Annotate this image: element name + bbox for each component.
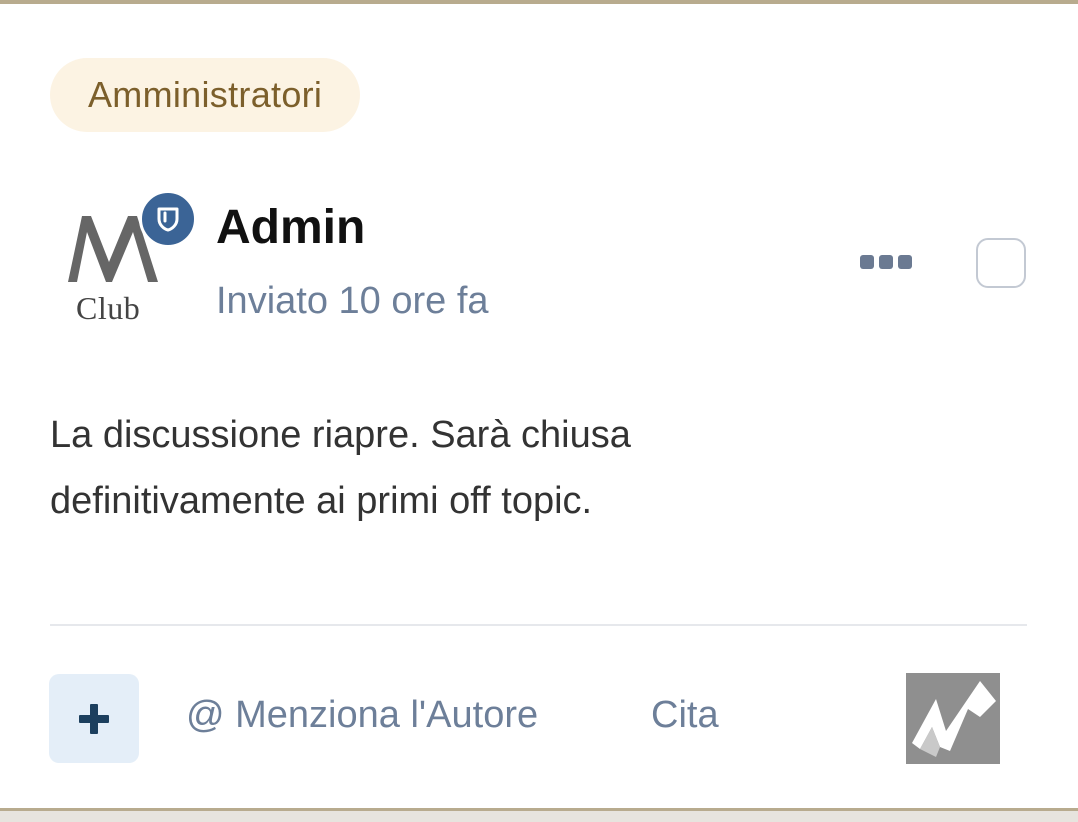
mention-author-button[interactable]: @ Menziona l'Autore [186,694,538,737]
divider [50,624,1027,626]
ellipsis-icon-dot [860,255,874,269]
select-post-checkbox[interactable] [976,238,1026,288]
site-logo-icon [906,673,1000,764]
plus-icon [79,703,109,734]
group-badge: Amministratori [50,58,361,132]
more-options-button[interactable] [860,252,916,272]
ellipsis-icon-dot [898,255,912,269]
shield-icon [157,207,179,232]
ellipsis-icon-dot [879,255,893,269]
post-content: La discussione riapre. Sarà chiusa defin… [50,414,631,522]
club-logo-text: Club [76,290,141,326]
post-timestamp[interactable]: Inviato 10 ore fa [216,280,489,323]
bottom-border [0,808,1078,822]
add-reaction-button[interactable] [49,674,139,763]
author-name[interactable]: Admin [216,200,365,255]
quote-button[interactable]: Cita [651,694,719,737]
moderator-badge [139,190,197,248]
avatar[interactable]: Club [62,190,202,330]
forum-post: Amministratori Club Admin Inviato 10 ore… [0,4,1078,808]
